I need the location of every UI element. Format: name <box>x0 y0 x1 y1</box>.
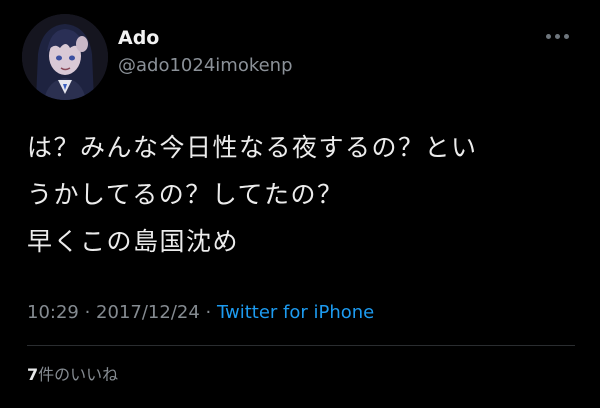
tweet-time[interactable]: 10:29 <box>27 302 79 323</box>
tweet-text-line: は？みんな今日性なる夜するの？とい <box>27 133 478 162</box>
likes-count-link[interactable]: 7件のいいね <box>27 364 118 386</box>
likes-label: 件のいいね <box>38 365 119 384</box>
more-horizontal-icon <box>546 34 551 39</box>
tweet-source-link[interactable]: Twitter for iPhone <box>217 302 374 323</box>
tweet-metadata: 10:29 · 2017/12/24 · Twitter for iPhone <box>27 300 374 326</box>
user-avatar-icon[interactable] <box>22 14 108 100</box>
tweet-card: Ado @ado1024imokenp は？みんな今日性なる夜するの？とい うか… <box>0 0 600 408</box>
more-options-button[interactable] <box>540 24 574 48</box>
tweet-date[interactable]: 2017/12/24 <box>96 302 200 323</box>
tweet-text-line: 早くこの島国沈め <box>27 227 240 256</box>
meta-separator: · <box>78 302 97 323</box>
tweet-text: は？みんな今日性なる夜するの？とい うかしてるの？してたの？ 早くこの島国沈め <box>27 124 582 265</box>
author-handle[interactable]: @ado1024imokenp <box>118 55 293 77</box>
author-display-name[interactable]: Ado <box>118 26 159 50</box>
likes-count: 7 <box>27 365 39 384</box>
more-horizontal-icon-dot <box>555 34 560 39</box>
tweet-text-line: うかしてるの？してたの？ <box>27 180 344 209</box>
more-horizontal-icon-dot <box>564 34 569 39</box>
divider <box>27 345 575 346</box>
meta-separator: · <box>199 302 217 323</box>
